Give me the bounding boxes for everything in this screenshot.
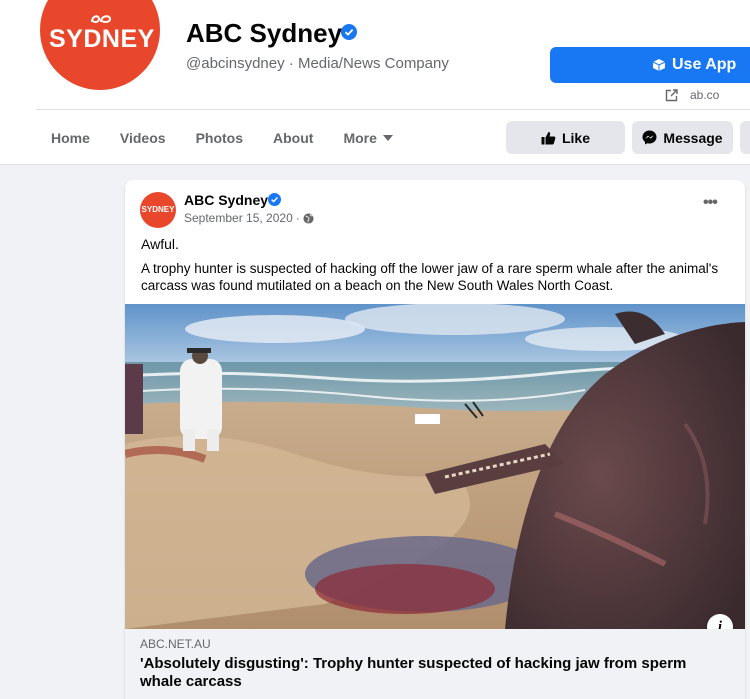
- message-button[interactable]: Message: [632, 121, 733, 154]
- use-app-button[interactable]: Use App: [550, 47, 750, 83]
- nav-tab-videos[interactable]: Videos: [105, 120, 181, 156]
- website-link-label: ab.co: [690, 88, 720, 102]
- page-nav: Home Videos Photos About More: [36, 120, 408, 156]
- post-card: SYDNEY ABC Sydney September 15, 2020 · •…: [125, 180, 745, 699]
- message-label: Message: [663, 129, 723, 146]
- beach-whale-photo: [125, 304, 745, 629]
- post-timestamp[interactable]: September 15, 2020 ·: [184, 211, 314, 225]
- post-text-short: Awful.: [141, 236, 179, 252]
- nav-tab-more-label: More: [343, 130, 377, 146]
- logo-text: SYDNEY: [49, 25, 155, 53]
- nav-tab-more[interactable]: More: [328, 120, 407, 156]
- verified-badge-icon: [268, 193, 281, 206]
- cube-icon: [652, 59, 666, 71]
- nav-tab-photos[interactable]: Photos: [181, 120, 258, 156]
- abc-logo-icon: [91, 15, 112, 23]
- page-logo[interactable]: SYDNEY: [40, 0, 160, 90]
- thumbs-up-icon: [541, 131, 556, 144]
- header-divider: [36, 109, 750, 110]
- globe-icon: [303, 212, 314, 224]
- post-options-button[interactable]: •••: [703, 194, 718, 212]
- verified-badge-icon: [341, 24, 357, 40]
- use-app-label: Use App: [672, 56, 737, 73]
- page-title: ABC Sydney: [186, 18, 343, 48]
- nav-tab-about[interactable]: About: [258, 120, 328, 156]
- post-avatar[interactable]: SYDNEY: [140, 192, 176, 228]
- website-link[interactable]: ab.co: [665, 88, 719, 102]
- link-domain: ABC.NET.AU: [140, 637, 211, 651]
- page-header: SYDNEY ABC Sydney @abcinsydney · Media/N…: [0, 0, 750, 165]
- post-date: September 15, 2020: [184, 211, 293, 225]
- post-text-body: A trophy hunter is suspected of hacking …: [141, 261, 719, 293]
- messenger-icon: [642, 130, 657, 145]
- like-label: Like: [561, 129, 590, 146]
- link-title: 'Absolutely disgusting': Trophy hunter s…: [140, 655, 687, 690]
- external-link-icon: [665, 88, 678, 101]
- nav-tab-home[interactable]: Home: [36, 120, 105, 156]
- like-page-button[interactable]: Like: [506, 121, 625, 154]
- caret-down-icon: [382, 135, 393, 141]
- more-actions-button[interactable]: [740, 121, 750, 154]
- date-separator: ·: [295, 211, 300, 225]
- post-author[interactable]: ABC Sydney: [184, 192, 268, 208]
- post-photo[interactable]: [125, 304, 745, 629]
- link-preview[interactable]: ABC.NET.AU 'Absolutely disgusting': Trop…: [125, 629, 745, 699]
- page-handle: @abcinsydney · Media/News Company: [186, 55, 449, 72]
